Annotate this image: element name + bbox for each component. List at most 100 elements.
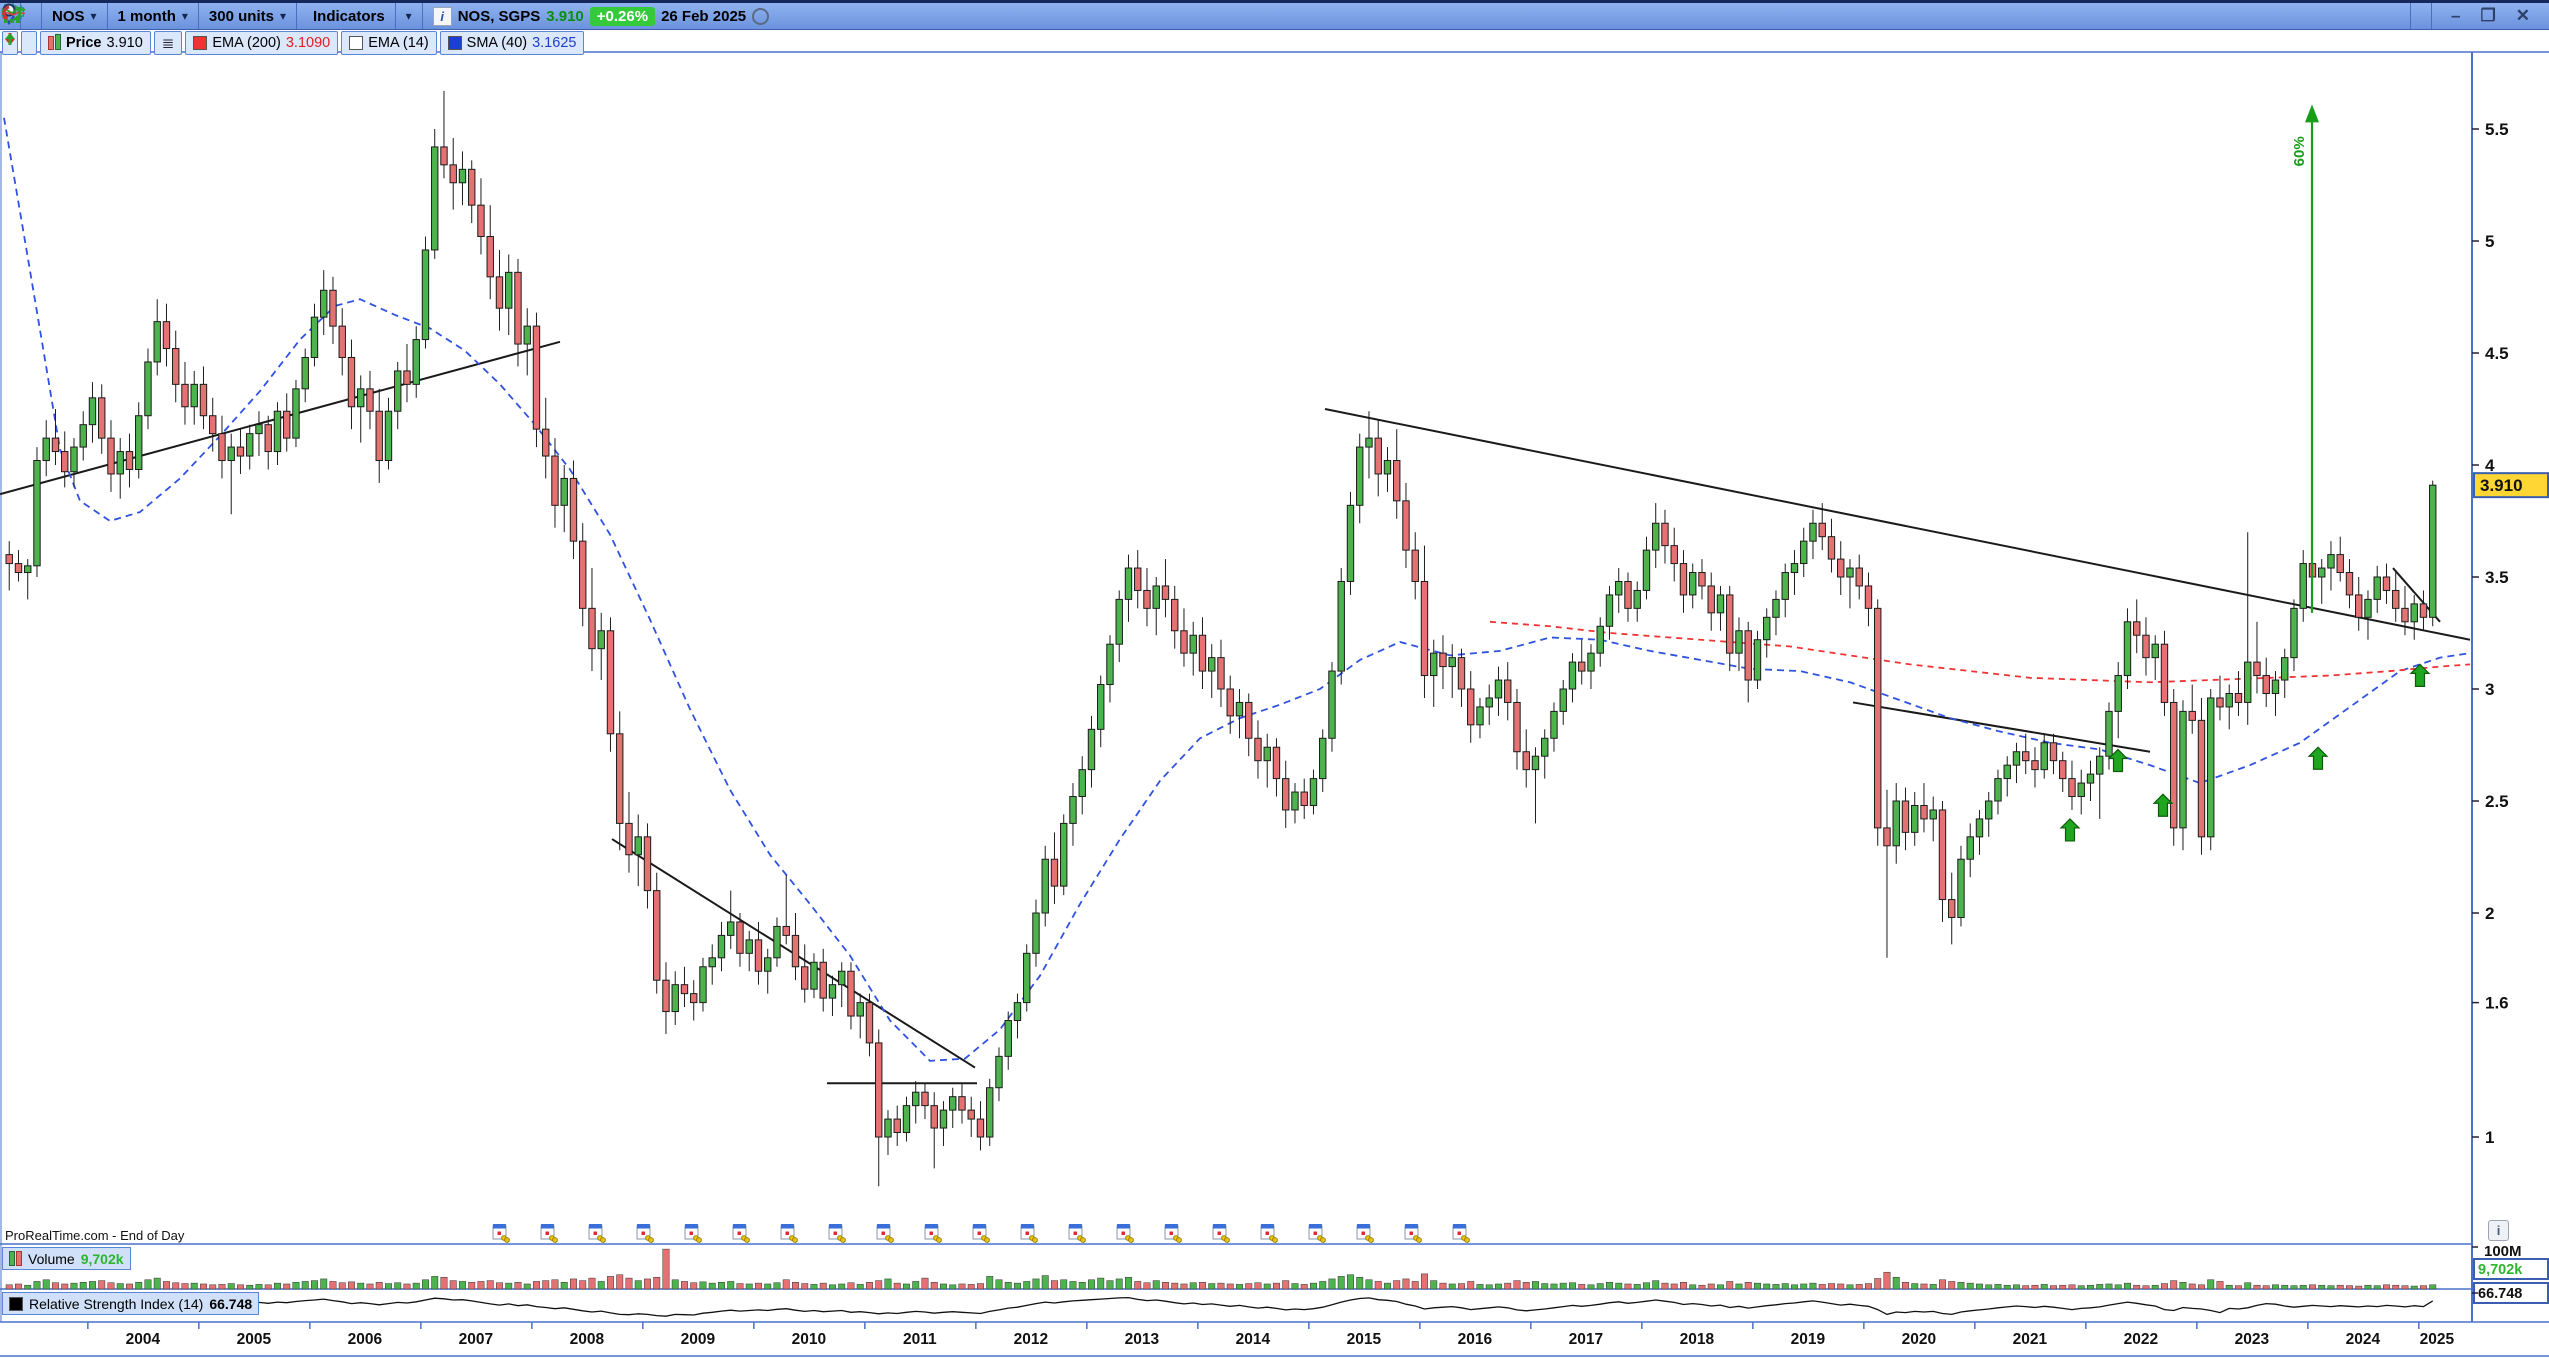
ema14-legend[interactable]: EMA (14) xyxy=(341,31,436,55)
svg-text:2013: 2013 xyxy=(1125,1331,1160,1348)
main-toolbar: NOS ▾ 1 month ▾ 300 units ▾ Indicators ▾… xyxy=(0,3,2549,30)
svg-text:2007: 2007 xyxy=(459,1331,493,1348)
timeframe-label: 1 month xyxy=(118,8,176,25)
indicator-list-button[interactable]: ≣ xyxy=(154,31,183,55)
price-chart-canvas[interactable]: 5.554.543.532.521.6120042005200620072008… xyxy=(0,0,2549,1358)
svg-text:100M: 100M xyxy=(2484,1243,2522,1260)
chevron-down-icon: ▾ xyxy=(406,9,412,23)
indicators-button[interactable]: Indicators xyxy=(297,3,395,29)
rsi-label: Relative Strength Index (14) xyxy=(29,1296,203,1312)
svg-text:2019: 2019 xyxy=(1791,1331,1826,1348)
volume-icon xyxy=(9,1252,22,1266)
ema200-legend[interactable]: EMA (200) 3.1090 xyxy=(185,31,338,55)
svg-text:4: 4 xyxy=(2485,456,2495,475)
measure-annotation[interactable]: 60% xyxy=(2291,104,2319,612)
svg-text:2017: 2017 xyxy=(1569,1331,1603,1348)
legend-bar: Price 3.910 ≣ EMA (200) 3.1090 EMA (14) … xyxy=(2,31,584,53)
svg-text:2022: 2022 xyxy=(2124,1331,2158,1348)
ema200-label: EMA (200) xyxy=(212,35,281,51)
price-axis[interactable]: 5.5 5 4.5 4 3.5 3 2.5 2 1.6 1 xyxy=(2472,120,2509,1147)
units-dropdown[interactable]: 300 units ▾ xyxy=(199,3,296,29)
svg-text:2021: 2021 xyxy=(2013,1331,2048,1348)
sma40-swatch xyxy=(448,36,462,50)
svg-text:2006: 2006 xyxy=(348,1331,383,1348)
rsi-current-value: 66.748 xyxy=(209,1296,252,1312)
svg-text:2010: 2010 xyxy=(792,1331,826,1348)
svg-text:5: 5 xyxy=(2485,232,2494,251)
price-candles-icon xyxy=(48,36,61,50)
quote-name: NOS, SGPS xyxy=(458,8,541,25)
chevron-down-icon: ▾ xyxy=(91,9,97,23)
chart-frame xyxy=(0,52,2549,1356)
rsi-panel-label[interactable]: Relative Strength Index (14) 66.748 xyxy=(2,1292,259,1315)
info-icon[interactable]: i xyxy=(433,7,452,26)
svg-text:2015: 2015 xyxy=(1347,1331,1382,1348)
time-axis[interactable]: 2004200520062007200820092010201120122013… xyxy=(88,1322,2455,1348)
indicators-label: Indicators xyxy=(313,8,385,25)
symbol-dropdown[interactable]: NOS ▾ xyxy=(42,3,107,29)
moving-averages xyxy=(4,118,2470,1061)
svg-text:2020: 2020 xyxy=(1902,1331,1936,1348)
green-up-arrow-icon xyxy=(2,31,18,47)
candles-layer[interactable] xyxy=(6,91,2436,1186)
svg-text:1: 1 xyxy=(2485,1128,2494,1147)
units-label: 300 units xyxy=(209,8,274,25)
ema14-label: EMA (14) xyxy=(368,35,428,51)
volume-label: Volume xyxy=(28,1251,75,1267)
svg-text:1.6: 1.6 xyxy=(2485,994,2509,1013)
buy-order-button[interactable] xyxy=(21,31,37,55)
svg-text:2.5: 2.5 xyxy=(2485,792,2509,811)
volume-current-value: 9,702k xyxy=(81,1251,124,1267)
ema200-value: 3.1090 xyxy=(286,35,330,51)
indicators-more-dropdown[interactable]: ▾ xyxy=(396,3,422,29)
svg-text:60%: 60% xyxy=(2291,136,2308,166)
price-label: Price xyxy=(66,35,101,51)
chevron-down-icon: ▾ xyxy=(280,9,286,23)
ema200-swatch xyxy=(193,36,207,50)
svg-text:2004: 2004 xyxy=(126,1331,161,1348)
volume-panel-label[interactable]: Volume 9,702k xyxy=(2,1247,131,1270)
svg-text:2012: 2012 xyxy=(1014,1331,1048,1348)
chevron-down-icon: ▾ xyxy=(182,9,188,23)
svg-text:2014: 2014 xyxy=(1236,1331,1271,1348)
sma40-value: 3.1625 xyxy=(532,35,576,51)
event-calendar-icons[interactable] xyxy=(493,1224,1469,1242)
volume-bars xyxy=(6,1249,2436,1289)
close-button[interactable]: ✕ xyxy=(2507,6,2539,26)
rsi-swatch xyxy=(9,1297,23,1311)
sma40-legend[interactable]: SMA (40) 3.1625 xyxy=(440,31,585,55)
sma40-label: SMA (40) xyxy=(467,35,527,51)
svg-text:2: 2 xyxy=(2485,904,2494,923)
svg-text:2023: 2023 xyxy=(2235,1331,2270,1348)
refresh-button[interactable] xyxy=(2411,3,2431,29)
minimize-button[interactable]: – xyxy=(2442,6,2469,26)
session-clock-icon xyxy=(752,8,769,25)
svg-text:3: 3 xyxy=(2485,680,2494,699)
price-legend[interactable]: Price 3.910 xyxy=(40,31,151,55)
trendlines[interactable] xyxy=(0,342,2470,1083)
chart-info-button[interactable]: i xyxy=(2488,1220,2509,1241)
quote-date: 26 Feb 2025 xyxy=(661,8,746,25)
svg-text:2024: 2024 xyxy=(2346,1331,2381,1348)
rsi-tag: 66.748 xyxy=(2478,1286,2522,1302)
timeframe-dropdown[interactable]: 1 month ▾ xyxy=(108,3,198,29)
axis-value-tags: 3.910 100M 9,702k 66.748 xyxy=(2472,473,2548,1303)
data-source-note: ProRealTime.com - End of Day xyxy=(5,1228,184,1243)
quote-last-price: 3.910 xyxy=(546,8,584,25)
volume-tag: 9,702k xyxy=(2478,1262,2523,1278)
list-icon: ≣ xyxy=(162,34,175,52)
svg-text:2009: 2009 xyxy=(681,1331,716,1348)
svg-text:5.5: 5.5 xyxy=(2485,120,2509,139)
svg-text:2011: 2011 xyxy=(903,1331,937,1348)
svg-text:2018: 2018 xyxy=(1680,1331,1715,1348)
last-price-tag: 3.910 xyxy=(2480,476,2523,495)
maximize-button[interactable]: ❐ xyxy=(2472,6,2505,26)
ema14-swatch xyxy=(349,36,363,50)
svg-text:2025: 2025 xyxy=(2420,1331,2455,1348)
quote-change-badge: +0.26% xyxy=(590,7,655,26)
svg-text:3.5: 3.5 xyxy=(2485,568,2509,587)
svg-text:4.5: 4.5 xyxy=(2485,344,2509,363)
symbol-label: NOS xyxy=(52,8,85,25)
svg-text:2016: 2016 xyxy=(1458,1331,1493,1348)
svg-text:2005: 2005 xyxy=(237,1331,272,1348)
